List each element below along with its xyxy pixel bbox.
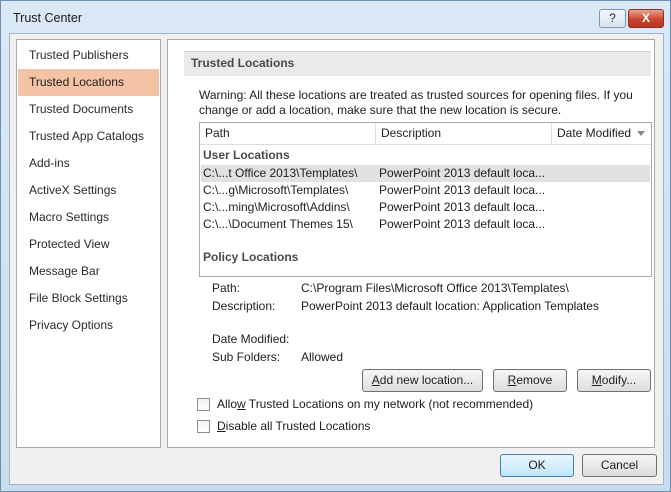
detail-description-label: Description: (212, 299, 276, 313)
add-new-location-button[interactable]: Add new location... (362, 369, 483, 392)
column-header-date-modified-label: Date Modified (557, 126, 632, 140)
column-header-path[interactable]: Path (200, 123, 376, 145)
sidebar-item-trusted-documents[interactable]: Trusted Documents (18, 96, 159, 123)
modify-button[interactable]: Modify... (577, 369, 651, 392)
help-button[interactable]: ? (599, 9, 626, 28)
detail-subfolders-value: Allowed (301, 350, 344, 364)
allow-network-label-pre: Allo (217, 397, 238, 411)
cancel-button[interactable]: Cancel (582, 454, 657, 477)
detail-date-modified-label: Date Modified: (212, 332, 290, 346)
trust-center-dialog: Trust Center ? X Trusted Publishers Trus… (0, 0, 671, 492)
sidebar-item-protected-view[interactable]: Protected View (18, 231, 159, 258)
sidebar-item-file-block-settings[interactable]: File Block Settings (18, 285, 159, 312)
row-path: C:\...t Office 2013\Templates\ (203, 166, 358, 180)
modify-access-key: M (591, 373, 602, 387)
sidebar-item-activex-settings[interactable]: ActiveX Settings (18, 177, 159, 204)
row-path: C:\...\Document Themes 15\ (203, 217, 353, 231)
detail-description-value: PowerPoint 2013 default location: Applic… (301, 299, 599, 313)
disable-all-access-key: D (217, 419, 226, 433)
add-new-location-access-key: A (371, 373, 380, 387)
ok-button[interactable]: OK (500, 454, 574, 477)
detail-path-value: C:\Program Files\Microsoft Office 2013\T… (301, 281, 569, 295)
sidebar-item-macro-settings[interactable]: Macro Settings (18, 204, 159, 231)
column-header-description[interactable]: Description (376, 123, 552, 145)
row-path: C:\...ming\Microsoft\Addins\ (203, 200, 350, 214)
column-header-date-modified[interactable]: Date Modified (552, 123, 651, 145)
disable-all-label[interactable]: Disable all Trusted Locations (217, 419, 370, 433)
disable-all-label-post: isable all Trusted Locations (225, 419, 371, 433)
allow-network-label-post: Trusted Locations on my network (not rec… (245, 397, 534, 411)
allow-network-checkbox[interactable] (197, 398, 210, 411)
locations-list[interactable]: Path Description Date Modified User Loca… (199, 122, 652, 277)
group-user-locations: User Locations (203, 148, 290, 162)
remove-label-post: emove (516, 373, 553, 387)
table-row[interactable]: C:\...ming\Microsoft\Addins\ PowerPoint … (201, 199, 650, 216)
section-title: Trusted Locations (184, 51, 651, 76)
row-description: PowerPoint 2013 default loca... (379, 166, 546, 180)
disable-all-checkbox[interactable] (197, 420, 210, 433)
detail-subfolders-label: Sub Folders: (212, 350, 281, 364)
remove-button[interactable]: Remove (493, 369, 567, 392)
sidebar-item-trusted-locations[interactable]: Trusted Locations (18, 69, 159, 96)
group-policy-locations: Policy Locations (203, 250, 299, 264)
sidebar-item-message-bar[interactable]: Message Bar (18, 258, 159, 285)
sort-arrow-icon (637, 131, 645, 136)
add-new-location-label-post: dd new location... (379, 373, 474, 387)
title-bar[interactable]: Trust Center ? X (1, 1, 670, 33)
allow-network-access-key: w (237, 397, 246, 411)
table-row[interactable]: C:\...g\Microsoft\Templates\ PowerPoint … (201, 182, 650, 199)
trusted-locations-panel: Trusted Locations Warning: All these loc… (167, 39, 655, 448)
row-description: PowerPoint 2013 default loca... (379, 183, 546, 197)
modify-label-post: odify... (601, 373, 637, 387)
allow-network-label[interactable]: Allow Trusted Locations on my network (n… (217, 397, 533, 411)
dialog-body: Trusted Publishers Trusted Locations Tru… (9, 33, 664, 485)
window-title: Trust Center (13, 11, 83, 25)
table-row[interactable]: C:\...t Office 2013\Templates\ PowerPoin… (201, 165, 650, 182)
row-description: PowerPoint 2013 default loca... (379, 200, 546, 214)
row-path: C:\...g\Microsoft\Templates\ (203, 183, 349, 197)
security-warning: Warning: All these locations are treated… (199, 88, 633, 117)
detail-path-label: Path: (212, 281, 241, 295)
close-button[interactable]: X (628, 9, 664, 28)
table-row[interactable]: C:\...\Document Themes 15\ PowerPoint 20… (201, 216, 650, 233)
sidebar-item-trusted-app-catalogs[interactable]: Trusted App Catalogs (18, 123, 159, 150)
row-description: PowerPoint 2013 default loca... (379, 217, 546, 231)
sidebar-item-trusted-publishers[interactable]: Trusted Publishers (18, 42, 159, 69)
sidebar-item-privacy-options[interactable]: Privacy Options (18, 312, 159, 339)
sidebar-item-add-ins[interactable]: Add-ins (18, 150, 159, 177)
remove-access-key: R (507, 373, 517, 387)
sidebar-nav: Trusted Publishers Trusted Locations Tru… (16, 39, 161, 448)
